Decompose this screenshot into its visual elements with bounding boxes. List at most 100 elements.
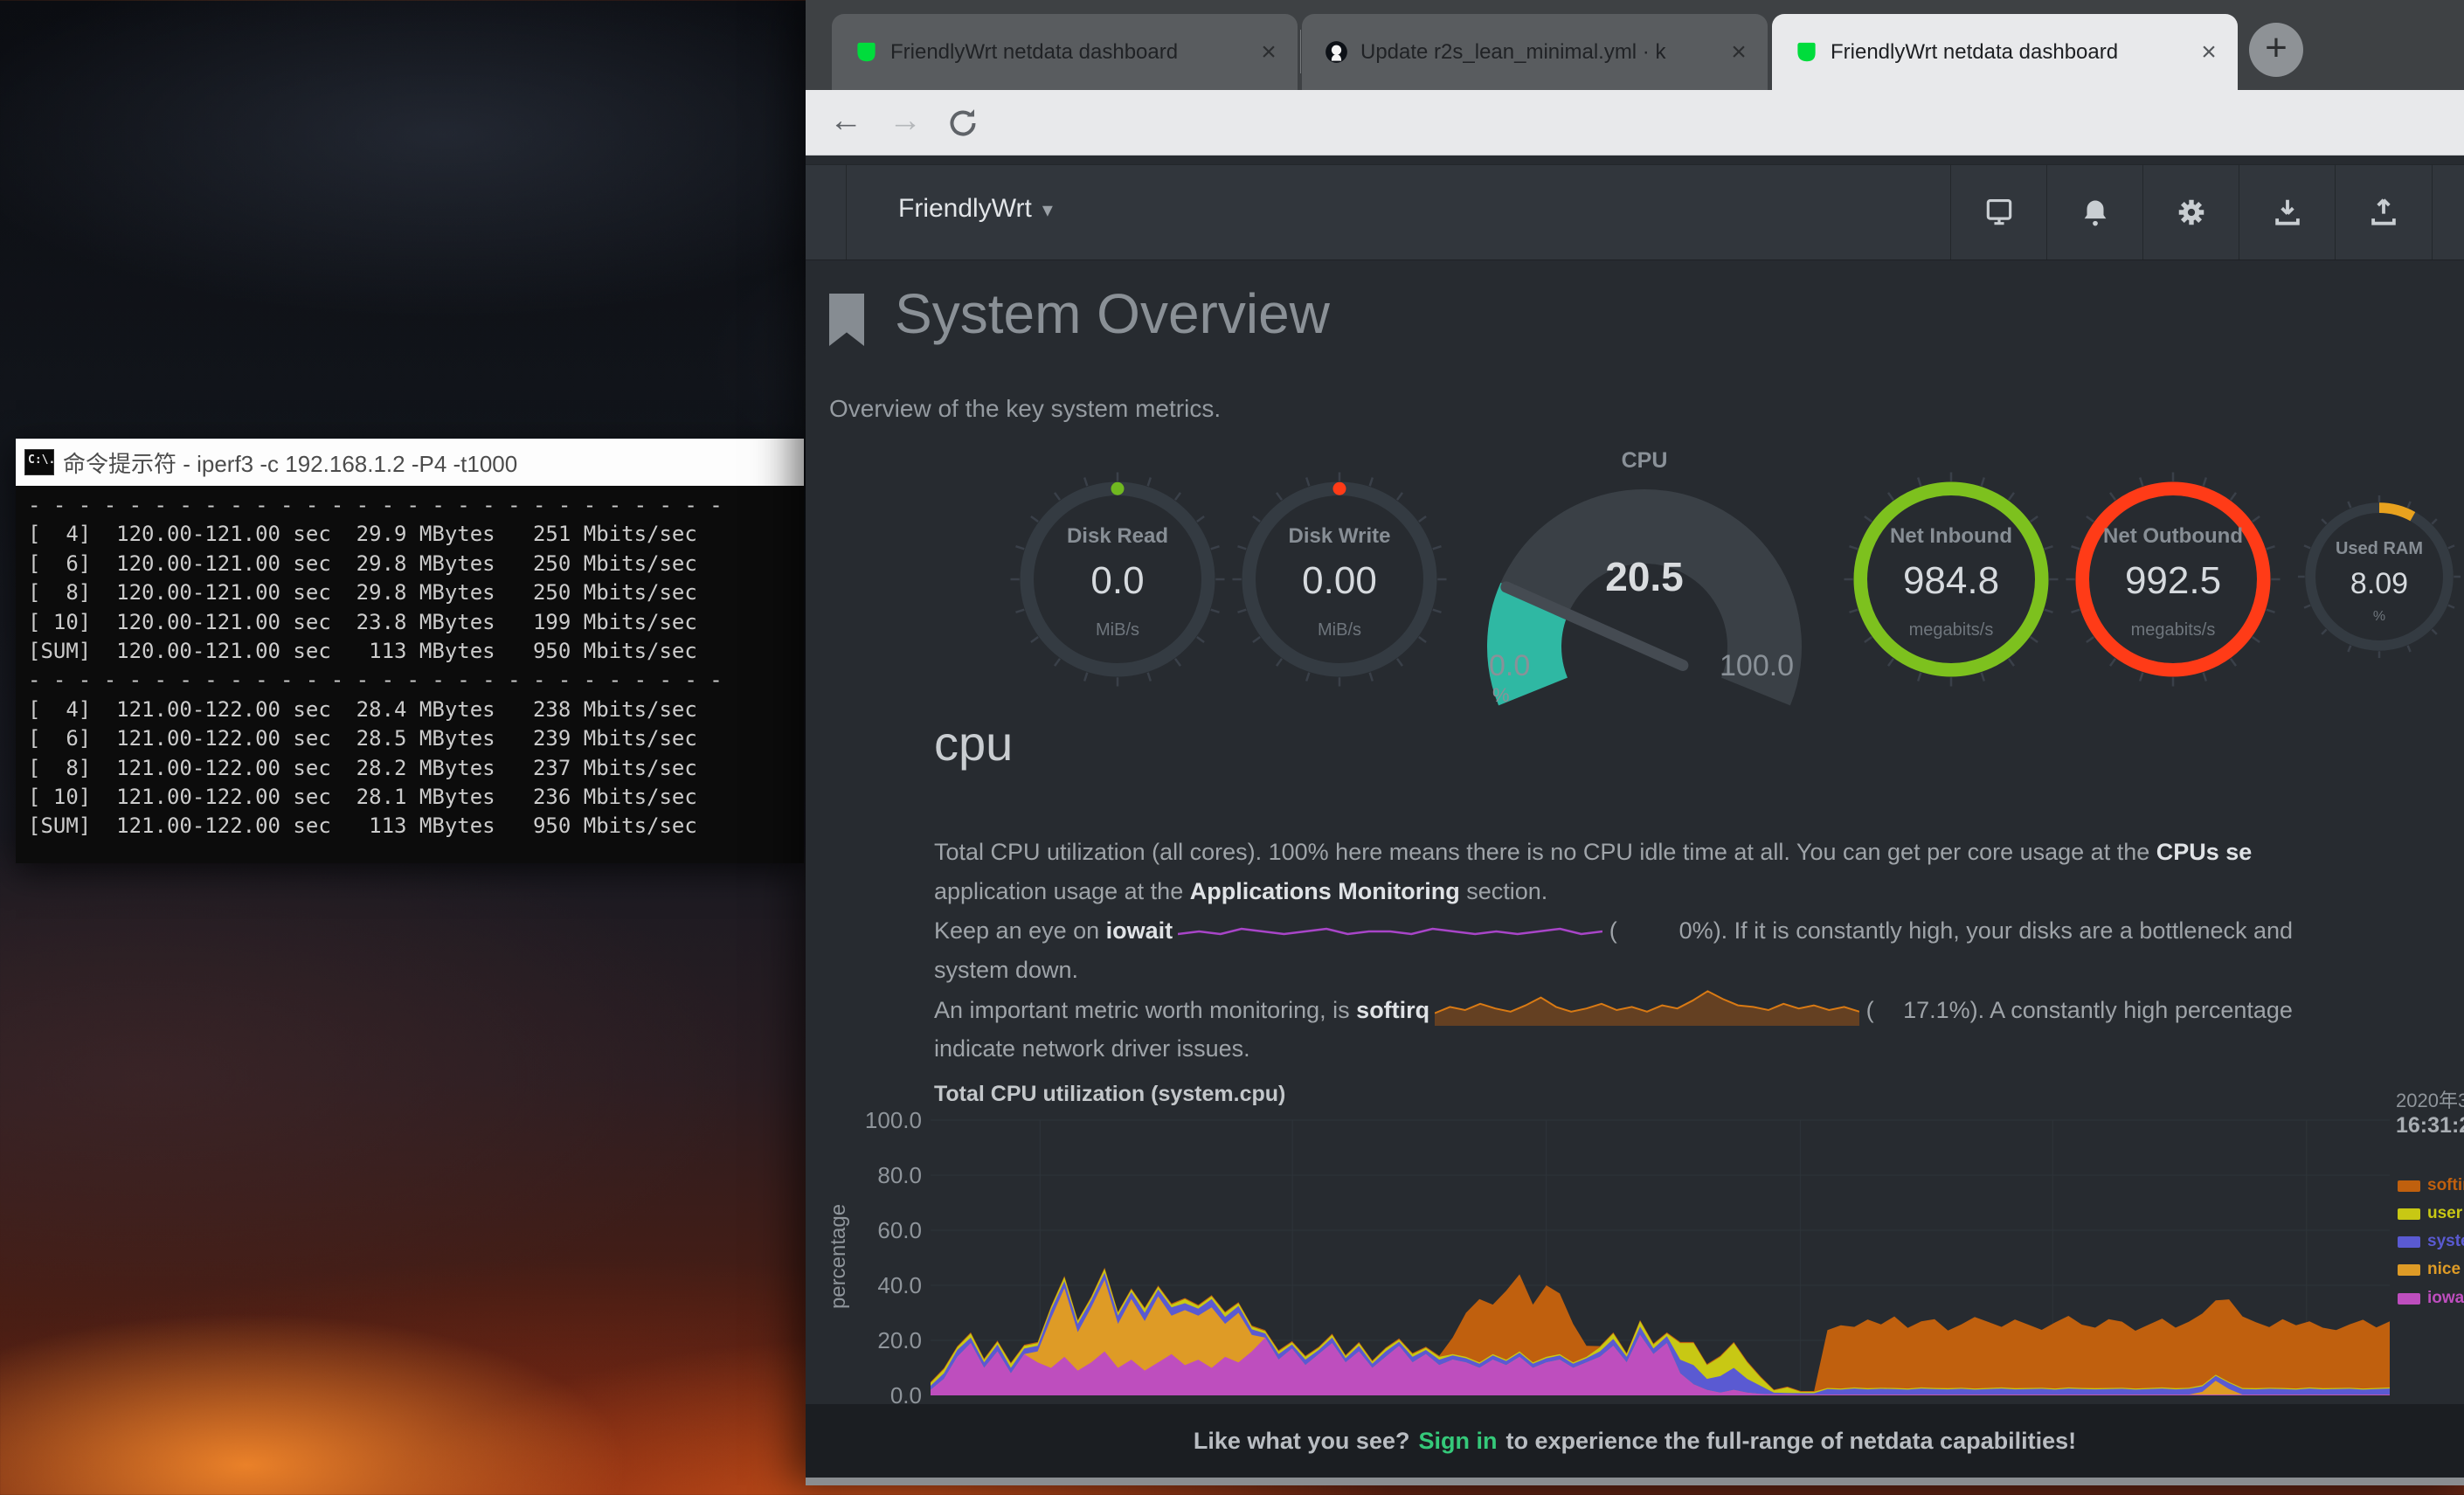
navbar-separator	[2432, 165, 2433, 260]
gauge-title: Used RAM	[2296, 539, 2462, 559]
text-run: Total CPU utilization (all cores). 100% …	[934, 839, 2156, 865]
cpu-utilization-chart[interactable]	[931, 1110, 2390, 1395]
host-name: FriendlyWrt	[898, 194, 1032, 223]
monitor-icon	[1983, 196, 2016, 229]
gauge-unit: %	[1492, 684, 1510, 707]
download-icon	[2271, 196, 2304, 229]
browser-bottom-edge	[806, 1478, 2464, 1485]
terminal-body: - - - - - - - - - - - - - - - - - - - - …	[16, 486, 804, 863]
forward-button[interactable]: →	[884, 102, 926, 140]
sign-in-link[interactable]: Sign in	[1418, 1428, 1497, 1455]
applications-monitoring-link[interactable]: Applications Monitoring	[1190, 878, 1460, 904]
legend-item-iowait[interactable]: iowait	[2398, 1287, 2464, 1310]
gauge-value: 0.0	[1008, 559, 1227, 603]
legend-swatch	[2398, 1264, 2420, 1276]
back-button[interactable]: ←	[825, 102, 867, 140]
terminal-titlebar[interactable]: C:\. 命令提示符 - iperf3 -c 192.168.1.2 -P4 -…	[16, 439, 804, 486]
browser-window: FriendlyWrt netdata dashboard × Update r…	[806, 0, 2464, 1485]
section-heading-cpu: cpu	[934, 715, 1013, 772]
cpu-description-line: Total CPU utilization (all cores). 100% …	[934, 839, 2252, 866]
netdata-navbar: FriendlyWrt▾	[806, 164, 2464, 260]
gauge-disk-read[interactable]: Disk Read 0.0 MiB/s	[1008, 470, 1227, 689]
tab-title: FriendlyWrt netdata dashboard	[1831, 40, 2194, 65]
tab-title: Update r2s_lean_minimal.yml · k	[1360, 40, 1724, 65]
gauge-max: 100.0	[1720, 649, 1794, 683]
chart-title: Total CPU utilization (system.cpu)	[934, 1082, 1285, 1107]
monitor-button[interactable]	[1950, 165, 2047, 260]
gauge-cpu[interactable]: CPU 20.5 0.0 100.0 %	[1470, 441, 1819, 708]
terminal-title: 命令提示符 - iperf3 -c 192.168.1.2 -P4 -t1000	[63, 446, 517, 479]
upload-icon	[2367, 196, 2400, 229]
settings-button[interactable]	[2142, 165, 2239, 260]
netdata-footer: Like what you see? Sign in to experience…	[806, 1404, 2464, 1478]
import-button[interactable]	[2335, 165, 2432, 260]
legend-swatch	[2398, 1208, 2420, 1220]
tab-netdata-1[interactable]: FriendlyWrt netdata dashboard ×	[832, 14, 1298, 90]
footer-text: Like what you see?	[1194, 1428, 1410, 1455]
text-run: An important metric worth monitoring, is	[934, 997, 1356, 1023]
new-tab-button[interactable]: +	[2249, 23, 2303, 77]
softirq-value: 17.1%	[1874, 997, 1970, 1024]
netdata-favicon	[1795, 40, 1818, 64]
chart-date: 2020年3	[2396, 1085, 2464, 1113]
gauge-disk-write[interactable]: Disk Write 0.00 MiB/s	[1230, 470, 1449, 689]
tab-github[interactable]: Update r2s_lean_minimal.yml · k ×	[1302, 14, 1768, 90]
cpus-link[interactable]: CPUs se	[2156, 839, 2253, 865]
gauge-title: Net Outbound	[2064, 524, 2282, 549]
page-title: System Overview	[895, 281, 1330, 346]
gauge-unit: megabits/s	[2064, 620, 2282, 640]
iowait-value: 0%	[1617, 917, 1713, 945]
legend-label: nice	[2427, 1260, 2461, 1279]
export-button[interactable]	[2239, 165, 2336, 260]
gauge-title: CPU	[1470, 448, 1819, 474]
cpu-description-line: An important metric worth monitoring, is…	[934, 996, 2293, 1028]
gauge-min: 0.0	[1489, 649, 1530, 683]
legend-label: user	[2427, 1204, 2462, 1223]
legend-label: system	[2427, 1232, 2464, 1251]
host-dropdown[interactable]: FriendlyWrt▾	[898, 194, 1053, 224]
iowait-sparkline[interactable]	[1178, 923, 1602, 937]
text-run: application usage at the	[934, 878, 1190, 904]
footer-text: to experience the full-range of netdata …	[1505, 1428, 2076, 1455]
gauge-net-outbound[interactable]: Net Outbound 992.5 megabits/s	[2064, 470, 2282, 689]
gauge-value: 984.8	[1842, 559, 2060, 603]
desktop: { "terminal": { "title": "命令提示符 - iperf3…	[0, 0, 2464, 1495]
terminal-output: - - - - - - - - - - - - - - - - - - - - …	[16, 486, 804, 841]
text-run: system down.	[934, 957, 1078, 983]
tab-close-icon[interactable]: ×	[1254, 38, 1284, 67]
legend-label: iowait	[2427, 1289, 2464, 1308]
legend-item-nice[interactable]: nice	[2398, 1258, 2464, 1281]
text-run: Keep an eye on	[934, 917, 1106, 944]
text-run: (	[1602, 917, 1617, 944]
browser-toolbar: ← → 不安全 192.168.2.1:19999/#menu_system_s…	[806, 90, 2464, 156]
chart-time: 16:31:2	[2396, 1113, 2464, 1139]
cpu-description-line: application usage at the Applications Mo…	[934, 878, 1547, 905]
chart-y-axis-label: percentage	[827, 1169, 851, 1344]
legend-swatch	[2398, 1236, 2420, 1248]
tab-close-icon[interactable]: ×	[2194, 38, 2224, 67]
legend-swatch	[2398, 1293, 2420, 1305]
gauge-used-ram[interactable]: Used RAM 8.09 %	[2296, 494, 2462, 660]
tab-netdata-2-active[interactable]: FriendlyWrt netdata dashboard ×	[1772, 14, 2238, 90]
gauge-net-inbound[interactable]: Net Inbound 984.8 megabits/s	[1842, 470, 2060, 689]
alarms-button[interactable]	[2046, 165, 2143, 260]
softirq-label[interactable]: softirq	[1356, 997, 1429, 1023]
softirq-sparkline[interactable]	[1435, 987, 1859, 1028]
gauge-title: Net Inbound	[1842, 524, 2060, 549]
tab-close-icon[interactable]: ×	[1724, 38, 1754, 67]
netdata-favicon	[855, 40, 878, 64]
cpu-description-line: Keep an eye on iowait (0%). If it is con…	[934, 917, 2293, 945]
cpu-description-line: system down.	[934, 957, 1078, 984]
gauge-value: 8.09	[2296, 567, 2462, 601]
gauge-unit: megabits/s	[1842, 620, 2060, 640]
bookmark-icon	[829, 294, 864, 346]
github-favicon	[1325, 40, 1348, 64]
text-run: ). A constantly high percentage	[1970, 997, 2293, 1023]
legend-item-user[interactable]: user	[2398, 1202, 2464, 1225]
iowait-label[interactable]: iowait	[1106, 917, 1173, 944]
legend-item-system[interactable]: system	[2398, 1230, 2464, 1253]
bell-icon	[2079, 196, 2112, 229]
tab-separator	[1300, 30, 1301, 73]
legend-item-softirq[interactable]: softirq	[2398, 1174, 2464, 1197]
reload-button[interactable]	[945, 106, 980, 145]
